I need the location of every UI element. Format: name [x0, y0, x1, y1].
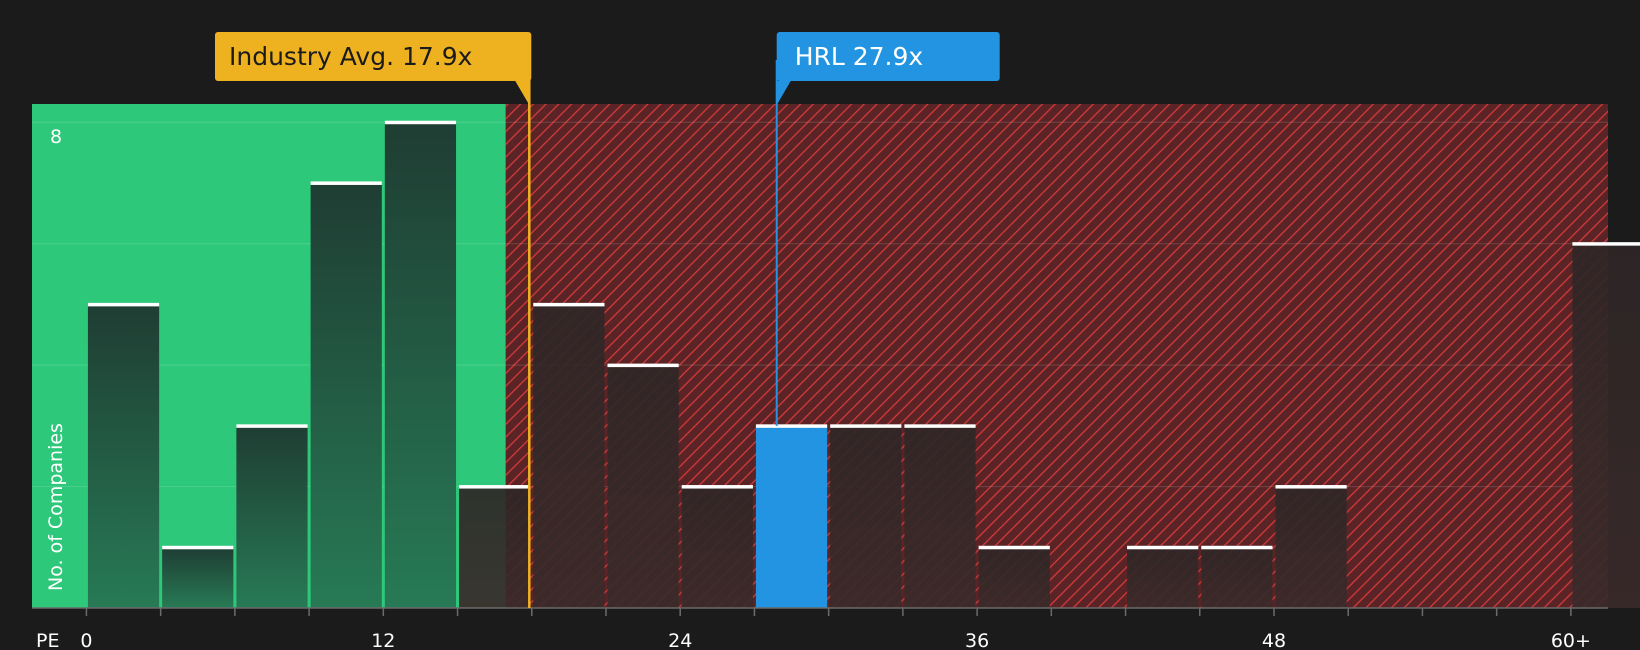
pe-distribution-chart: 0 12 24 36 48 60+ PE 8 No. of Companies Industry…	[32, 32, 1640, 650]
histogram-bar	[1275, 486, 1347, 608]
histogram-bar	[236, 425, 308, 608]
bar-cap	[830, 424, 902, 428]
x-tick-label: 0	[80, 630, 92, 650]
company-label: HRL 27.9x	[795, 42, 924, 71]
company-pointer	[776, 81, 791, 105]
bar-cap	[533, 302, 605, 307]
histogram-bar	[384, 122, 457, 609]
bar-cap	[1127, 545, 1199, 550]
bar-cap	[1201, 545, 1273, 550]
histogram-bar	[162, 547, 234, 608]
histogram-bar	[533, 304, 605, 608]
histogram-bar	[310, 182, 382, 608]
bar-cap	[1275, 485, 1347, 489]
bar-cap	[1572, 242, 1640, 246]
bar-cap	[162, 545, 234, 550]
industry-avg-pointer	[515, 81, 530, 105]
histogram-bar	[87, 304, 160, 608]
y-axis-title: No. of Companies	[45, 423, 67, 591]
bar-cap	[904, 424, 976, 428]
industry-avg-label: Industry Avg. 17.9x	[229, 42, 472, 71]
x-tick-label: 12	[371, 630, 395, 650]
bar-cap	[310, 181, 382, 185]
histogram-bar	[459, 486, 531, 608]
histogram-bar	[607, 365, 679, 608]
bar-cap	[87, 302, 160, 307]
histogram-bar	[830, 425, 902, 608]
bar-cap	[681, 485, 753, 489]
histogram-bar	[904, 425, 976, 608]
histogram-bar	[755, 425, 828, 608]
histogram-bar	[681, 486, 753, 608]
x-tick-label: 36	[965, 630, 989, 650]
bar-cap	[459, 485, 531, 489]
bar-cap	[607, 363, 679, 368]
histogram-bar	[1127, 547, 1199, 608]
histogram-bar	[1201, 547, 1273, 608]
x-tick-label: 60+	[1551, 630, 1591, 650]
bar-cap	[384, 120, 457, 125]
histogram-bar	[978, 547, 1050, 608]
bar-cap	[236, 424, 308, 428]
histogram-bar	[1572, 243, 1640, 608]
x-tick-label: 24	[668, 630, 692, 650]
x-axis-title: PE	[36, 630, 59, 650]
x-tick-label: 48	[1262, 630, 1286, 650]
bar-cap	[978, 545, 1050, 550]
bar-cap	[755, 424, 828, 428]
y-tick-label: 8	[50, 126, 62, 148]
